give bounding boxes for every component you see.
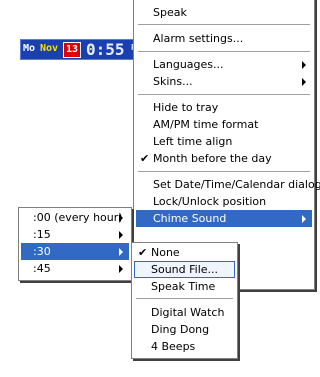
menu-item-skins[interactable]: Skins... [136,73,312,90]
submenu-arrow-icon [119,214,123,222]
menu-item-month-before-day[interactable]: ✔ Month before the day [136,150,312,167]
submenu-arrow-icon [302,215,306,223]
menu-item-speak[interactable]: Speak [136,4,312,21]
menu-separator [138,171,310,173]
menu-item-set-date-time-dialog[interactable]: Set Date/Time/Calendar dialog [136,176,320,193]
checkmark-icon: ✔ [138,246,148,259]
menu-item-alarm-settings[interactable]: Alarm settings... [136,30,312,47]
chime-interval-15[interactable]: :15 [21,226,129,243]
clock-day: Mo [23,43,36,54]
chime-sound-speak-time[interactable]: Speak Time [134,278,235,295]
chime-sound-menu: ✔ None Sound File... Speak Time Digital … [131,242,238,359]
menu-item-ampm-format[interactable]: AM/PM time format [136,116,312,133]
clock-time: 0:55 [86,40,125,59]
menu-item-hide-to-tray[interactable]: Hide to tray [136,99,312,116]
clock-month: Nov [40,43,59,54]
checkmark-icon: ✔ [140,152,150,165]
submenu-arrow-icon [119,265,123,273]
menu-separator [138,24,310,26]
chime-interval-30[interactable]: :30 [21,243,129,260]
menu-item-chime-sound[interactable]: Chime Sound [136,210,312,227]
clock-widget[interactable]: Mo Nov 13 0:55 PM [20,39,141,60]
submenu-arrow-icon [119,231,123,239]
chime-interval-menu: :00 (every hour) :15 :30 :45 [18,207,132,281]
menu-item-lock-unlock-position[interactable]: Lock/Unlock position [136,193,312,210]
menu-separator [138,51,310,53]
menu-separator [136,298,233,300]
chime-sound-4-beeps[interactable]: 4 Beeps [134,338,235,355]
chime-sound-none[interactable]: ✔ None [134,244,235,261]
menu-separator [138,94,310,96]
chime-interval-00[interactable]: :00 (every hour) [21,209,129,226]
chime-sound-sound-file[interactable]: Sound File... [134,261,235,278]
submenu-arrow-icon [119,248,123,256]
chime-sound-digital-watch[interactable]: Digital Watch [134,304,235,321]
chime-sound-ding-dong[interactable]: Ding Dong [134,321,235,338]
menu-item-left-time-align[interactable]: Left time align [136,133,312,150]
menu-item-languages[interactable]: Languages... [136,56,312,73]
submenu-arrow-icon [302,61,306,69]
submenu-arrow-icon [302,78,306,86]
chime-interval-45[interactable]: :45 [21,260,129,277]
clock-date: 13 [63,42,81,58]
